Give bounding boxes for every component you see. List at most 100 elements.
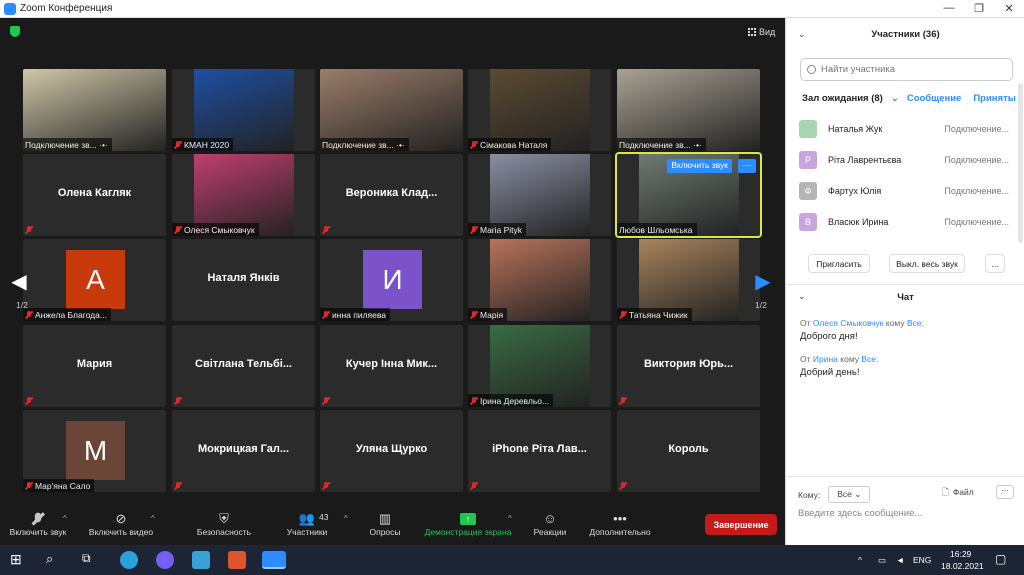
participant-tile[interactable]: Вероника Клад... bbox=[320, 154, 463, 236]
reactions-button[interactable]: ☺ Реакции bbox=[531, 510, 569, 537]
view-button[interactable]: Вид bbox=[748, 27, 775, 37]
clock-time[interactable]: 16:29 bbox=[950, 549, 971, 559]
participant-tile[interactable]: Maria Pityk bbox=[468, 154, 611, 236]
prev-page-arrow-icon[interactable]: ◀ bbox=[8, 256, 30, 306]
polls-button[interactable]: ▥ Опросы bbox=[366, 510, 404, 538]
chat-recipient-link[interactable]: Все: bbox=[907, 318, 924, 328]
video-options-caret-icon[interactable]: ^ bbox=[151, 514, 155, 523]
participant-tile[interactable]: Иинна пиляева bbox=[320, 239, 463, 321]
page-indicator-left: 1/2 bbox=[16, 300, 28, 310]
participant-name: Марія bbox=[480, 310, 504, 320]
participant-tile[interactable]: КМАН 2020 bbox=[172, 69, 315, 151]
participant-avatar bbox=[799, 119, 817, 138]
audio-options-caret-icon[interactable]: ^ bbox=[63, 514, 67, 523]
search-icon[interactable]: ⌕ bbox=[46, 551, 64, 569]
participant-name-label: инна пиляева bbox=[320, 308, 391, 321]
recipient-select[interactable]: Все ⌄ bbox=[828, 486, 871, 503]
participant-tile[interactable]: Сімакова Наталя bbox=[468, 69, 611, 151]
telegram-icon[interactable] bbox=[120, 551, 138, 569]
search-participants-input[interactable]: Найти участника bbox=[800, 58, 1013, 81]
waiting-participant-status: Подключение... bbox=[944, 185, 1009, 196]
waiting-participant-row[interactable]: Р Ріта Лаврентьєва Подключение... bbox=[799, 144, 1009, 175]
minimize-button[interactable]: — bbox=[934, 2, 964, 15]
end-meeting-button[interactable]: Завершение bbox=[705, 514, 777, 535]
waiting-room-label[interactable]: Зал ожидания (8) bbox=[802, 93, 883, 104]
participant-tile[interactable]: Король bbox=[617, 410, 760, 492]
participants-more-button[interactable]: ... bbox=[985, 254, 1005, 273]
notifications-icon[interactable]: ▢ bbox=[995, 552, 1006, 566]
participant-tile[interactable]: Світлана Тельбі... bbox=[172, 325, 315, 407]
invite-button[interactable]: Пригласить bbox=[808, 254, 870, 273]
participant-name-label bbox=[468, 479, 482, 492]
tray-chevron-icon[interactable]: ^ bbox=[858, 555, 862, 565]
chat-sender-link[interactable]: Ирина bbox=[813, 354, 838, 364]
page-indicator-right: 1/2 bbox=[755, 300, 767, 310]
waiting-participant-name: Ріта Лаврентьєва bbox=[828, 154, 902, 165]
file-button[interactable]: 🗋 Файл bbox=[942, 487, 974, 501]
media-player-icon[interactable] bbox=[228, 551, 246, 569]
waiting-participant-row[interactable]: Ф Фартух Юлія Подключение... bbox=[799, 175, 1009, 206]
participant-tile[interactable]: Татьяна Чижик bbox=[617, 239, 760, 321]
mic-muted-icon bbox=[322, 397, 330, 405]
participant-tile[interactable]: iPhone Рiта Лав... bbox=[468, 410, 611, 492]
tile-more-button[interactable]: ··· bbox=[738, 159, 756, 173]
participant-tile[interactable]: Олеся Смыковчук bbox=[172, 154, 315, 236]
reactions-label: Реакции bbox=[533, 527, 567, 537]
viber-icon[interactable] bbox=[156, 551, 174, 569]
start-video-button[interactable]: ⊘ Включить видео bbox=[85, 510, 157, 538]
unmute-button[interactable]: Включить звук bbox=[8, 510, 68, 537]
participant-display-name: Виктория Юрь... bbox=[643, 358, 734, 370]
participant-tile[interactable]: Марія bbox=[468, 239, 611, 321]
participant-tile[interactable]: Кучер Інна Мик... bbox=[320, 325, 463, 407]
participant-avatar: Р bbox=[799, 150, 817, 169]
share-screen-button[interactable]: ↑ Демонстрация экрана bbox=[420, 510, 516, 537]
participant-tile[interactable]: Подключение зв... ·•· bbox=[320, 69, 463, 151]
restore-button[interactable]: ❐ bbox=[964, 2, 994, 15]
message-waiting-link[interactable]: Сообщение bbox=[907, 93, 962, 104]
more-button[interactable]: ••• Дополнительно bbox=[585, 510, 655, 537]
participant-tile[interactable]: Ірина Деревльо... bbox=[468, 325, 611, 407]
participant-tile[interactable]: Мария bbox=[23, 325, 166, 407]
participant-tile[interactable]: Любов Шльомська Включить звук ··· bbox=[615, 152, 762, 238]
participants-scrollbar[interactable] bbox=[1018, 83, 1023, 243]
chat-sender-link[interactable]: Олеся Смыковчук bbox=[813, 318, 884, 328]
task-view-icon[interactable]: ⧉ bbox=[82, 551, 100, 569]
participant-tile[interactable]: M Мар'яна Сало bbox=[23, 410, 166, 492]
participants-options-caret-icon[interactable]: ^ bbox=[344, 514, 348, 523]
language-indicator[interactable]: ENG bbox=[913, 555, 931, 565]
paint-icon[interactable] bbox=[192, 551, 210, 569]
windows-start-icon[interactable]: ⊞ bbox=[10, 551, 28, 569]
participant-name: Подключение зв... ·•· bbox=[322, 140, 405, 150]
security-button[interactable]: ⛨ Безопасность bbox=[193, 510, 255, 538]
encryption-shield-icon[interactable] bbox=[10, 26, 20, 37]
participant-tile[interactable]: Мокрицкая Гал... bbox=[172, 410, 315, 492]
chat-recipient-row: Кому: Все ⌄ bbox=[798, 486, 871, 503]
mute-all-button[interactable]: Выкл. весь звук bbox=[889, 254, 965, 273]
participant-tile[interactable]: Олена Кагляк bbox=[23, 154, 166, 236]
participant-tile[interactable]: Наталя Янків bbox=[172, 239, 315, 321]
participant-avatar: И bbox=[363, 250, 422, 309]
chat-recipient-link[interactable]: Все: bbox=[861, 354, 878, 364]
chat-more-button[interactable]: ··· bbox=[996, 485, 1014, 499]
participant-tile[interactable]: Подключение зв... ·•· bbox=[23, 69, 166, 151]
zoom-taskbar-icon[interactable] bbox=[262, 551, 286, 569]
next-page-arrow-icon[interactable]: ▶ bbox=[752, 256, 774, 306]
participant-tile[interactable]: Уляна Щурко bbox=[320, 410, 463, 492]
clock-date[interactable]: 18.02.2021 bbox=[941, 561, 984, 571]
share-options-caret-icon[interactable]: ^ bbox=[508, 514, 512, 523]
participant-avatar: A bbox=[66, 250, 125, 309]
ask-unmute-button[interactable]: Включить звук bbox=[667, 159, 732, 173]
chat-input[interactable]: Введите здесь сообщение... bbox=[798, 508, 922, 519]
close-window-button[interactable]: ✕ bbox=[994, 2, 1024, 15]
admit-all-link[interactable]: Приняты bbox=[973, 93, 1016, 104]
volume-icon[interactable]: ◄ bbox=[896, 555, 904, 565]
chevron-down-icon[interactable]: ⌄ bbox=[891, 93, 899, 104]
waiting-participant-row[interactable]: Наталья Жук Подключение... bbox=[799, 113, 1009, 144]
network-icon[interactable]: ▭ bbox=[878, 555, 886, 566]
participant-tile[interactable]: Виктория Юрь... bbox=[617, 325, 760, 407]
participant-tile[interactable]: A Анжела Благода... bbox=[23, 239, 166, 321]
window-title: Zoom Конференция bbox=[20, 3, 113, 14]
more-label: Дополнительно bbox=[589, 527, 651, 537]
participant-tile[interactable]: Подключение зв... ·•· bbox=[617, 69, 760, 151]
waiting-participant-row[interactable]: В Власюк Ирина Подключение... bbox=[799, 206, 1009, 237]
